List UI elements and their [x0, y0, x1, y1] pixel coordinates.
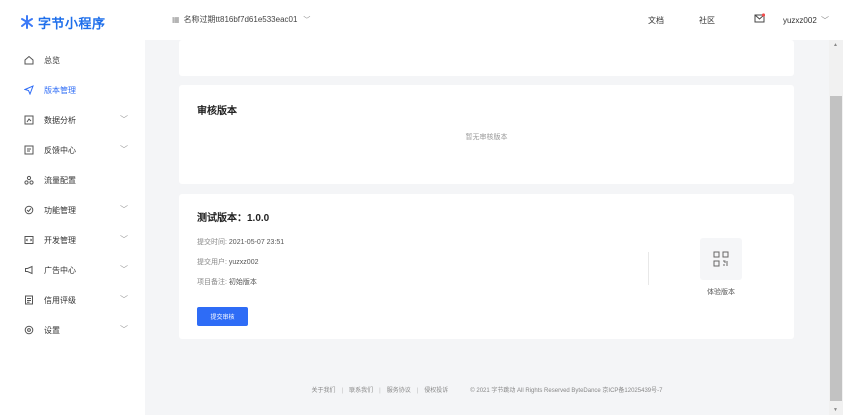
sidebar-item-label: 流量配置	[44, 175, 76, 185]
remark-row: 项目备注: 初始版本	[197, 277, 257, 287]
sidebar-item-label: 广告中心	[44, 265, 76, 275]
chevron-down-icon: ﹀	[303, 16, 311, 24]
send-icon	[23, 84, 35, 96]
sidebar-item-label: 数据分析	[44, 115, 76, 125]
review-empty-text: 暂无审核版本	[465, 134, 508, 141]
brand-logo[interactable]: 字节小程序	[20, 12, 106, 32]
sidebar-nav: 总览 版本管理 数据分析 ﹀ 反馈中心 ﹀ 流量配置 功能管理 ﹀ 开发管理 ﹀…	[0, 45, 145, 345]
submit-review-button[interactable]: 提交审核	[197, 307, 248, 326]
sidebar-item-label: 版本管理	[44, 85, 76, 95]
footer: 关于我们 | 联系我们 | 服务协议 | 侵权投诉 © 2021 字节跳动 All Right…	[311, 388, 663, 394]
sidebar-item-settings[interactable]: 设置 ﹀	[0, 315, 145, 345]
remark-label: 项目备注:	[197, 279, 227, 286]
chevron-down-icon: ﹀	[120, 115, 128, 124]
chart-icon	[23, 114, 35, 126]
sidebar-item-label: 总览	[44, 55, 60, 65]
chevron-down-icon: ﹀	[821, 16, 829, 25]
sidebar-item-feature-management[interactable]: 功能管理 ﹀	[0, 195, 145, 225]
sidebar-item-traffic-config[interactable]: 流量配置	[0, 165, 145, 195]
scroll-down-icon[interactable]: ▼	[833, 407, 838, 413]
sidebar-item-ad-center[interactable]: 广告中心 ﹀	[0, 255, 145, 285]
brand-name: 字节小程序	[38, 15, 106, 31]
top-header: ▦ 名称过期tt816bf7d61e533eac01 ﹀ 文档 社区 yuzxz…	[145, 0, 843, 40]
chevron-down-icon: ﹀	[120, 145, 128, 154]
test-version-title: 测试版本：1.0.0	[197, 213, 270, 224]
scrollbar-thumb[interactable]	[830, 96, 842, 401]
sidebar-item-credit-rating[interactable]: 信用评级 ﹀	[0, 285, 145, 315]
sidebar-item-version-management[interactable]: 版本管理	[0, 75, 145, 105]
traffic-icon	[23, 174, 35, 186]
footer-contact-link[interactable]: 联系我们	[349, 388, 373, 394]
review-version-title: 审核版本	[197, 106, 237, 117]
footer-copyright: © 2021 字节跳动 All Rights Reserved ByteDanc…	[470, 388, 663, 394]
submit-time-value: 2021-05-07 23:51	[228, 239, 285, 246]
user-menu[interactable]: yuzxz002 ﹀	[783, 15, 829, 26]
submit-user-value: yuzxz002	[228, 259, 259, 266]
online-version-card	[179, 40, 794, 76]
sidebar-item-label: 功能管理	[44, 205, 76, 215]
sidebar-item-label: 设置	[44, 325, 60, 335]
footer-about-link[interactable]: 关于我们	[312, 388, 336, 394]
submit-user-row: 提交用户: yuzxz002	[197, 257, 258, 267]
sidebar-item-overview[interactable]: 总览	[0, 45, 145, 75]
vertical-scrollbar[interactable]: ▲ ▼	[829, 40, 843, 415]
sidebar-item-dev-management[interactable]: 开发管理 ﹀	[0, 225, 145, 255]
mail-icon[interactable]	[754, 13, 766, 26]
remark-value: 初始版本	[228, 279, 257, 286]
chevron-down-icon: ﹀	[120, 325, 128, 334]
sidebar-item-label: 开发管理	[44, 235, 76, 245]
docs-link[interactable]: 文档	[648, 15, 664, 26]
document-icon	[23, 294, 35, 306]
submit-time-row: 提交时间: 2021-05-07 23:51	[197, 237, 284, 247]
gear-icon	[23, 324, 35, 336]
bytedance-logo-icon	[20, 15, 34, 29]
settings-icon	[23, 204, 35, 216]
experience-version-label: 体验版本	[707, 289, 735, 296]
sidebar-item-feedback-center[interactable]: 反馈中心 ﹀	[0, 135, 145, 165]
chevron-down-icon: ﹀	[120, 235, 128, 244]
sidebar: 字节小程序 总览 版本管理 数据分析 ﹀ 反馈中心 ﹀ 流量配置 功能管理 ﹀ …	[0, 0, 145, 415]
submit-user-label: 提交用户:	[197, 259, 227, 266]
test-version-card: 测试版本：1.0.0 提交时间: 2021-05-07 23:51 提交用户: …	[179, 194, 794, 339]
sidebar-item-label: 反馈中心	[44, 145, 76, 155]
footer-agreement-link[interactable]: 服务协议	[387, 388, 411, 394]
review-version-card: 审核版本 暂无审核版本	[179, 85, 794, 184]
app-name-label: 名称过期tt816bf7d61e533eac01	[183, 15, 298, 24]
chevron-down-icon: ﹀	[120, 295, 128, 304]
app-grid-icon: ▦	[172, 15, 180, 24]
message-icon	[23, 144, 35, 156]
main-content: 审核版本 暂无审核版本 测试版本：1.0.0 提交时间: 2021-05-07 …	[145, 40, 829, 415]
footer-complaint-link[interactable]: 侵权投诉	[424, 388, 448, 394]
chevron-down-icon: ﹀	[120, 265, 128, 274]
submit-time-label: 提交时间:	[197, 239, 227, 246]
home-icon	[23, 54, 35, 66]
sidebar-item-data-analysis[interactable]: 数据分析 ﹀	[0, 105, 145, 135]
scroll-up-icon[interactable]: ▲	[833, 42, 838, 48]
megaphone-icon	[23, 264, 35, 276]
divider	[648, 252, 649, 285]
chevron-down-icon: ﹀	[120, 205, 128, 214]
community-link[interactable]: 社区	[699, 15, 715, 26]
app-selector[interactable]: ▦ 名称过期tt816bf7d61e533eac01 ﹀	[172, 14, 310, 25]
user-name: yuzxz002	[782, 16, 817, 25]
code-icon	[23, 234, 35, 246]
sidebar-item-label: 信用评级	[44, 295, 76, 305]
qr-code-icon[interactable]	[700, 238, 742, 280]
